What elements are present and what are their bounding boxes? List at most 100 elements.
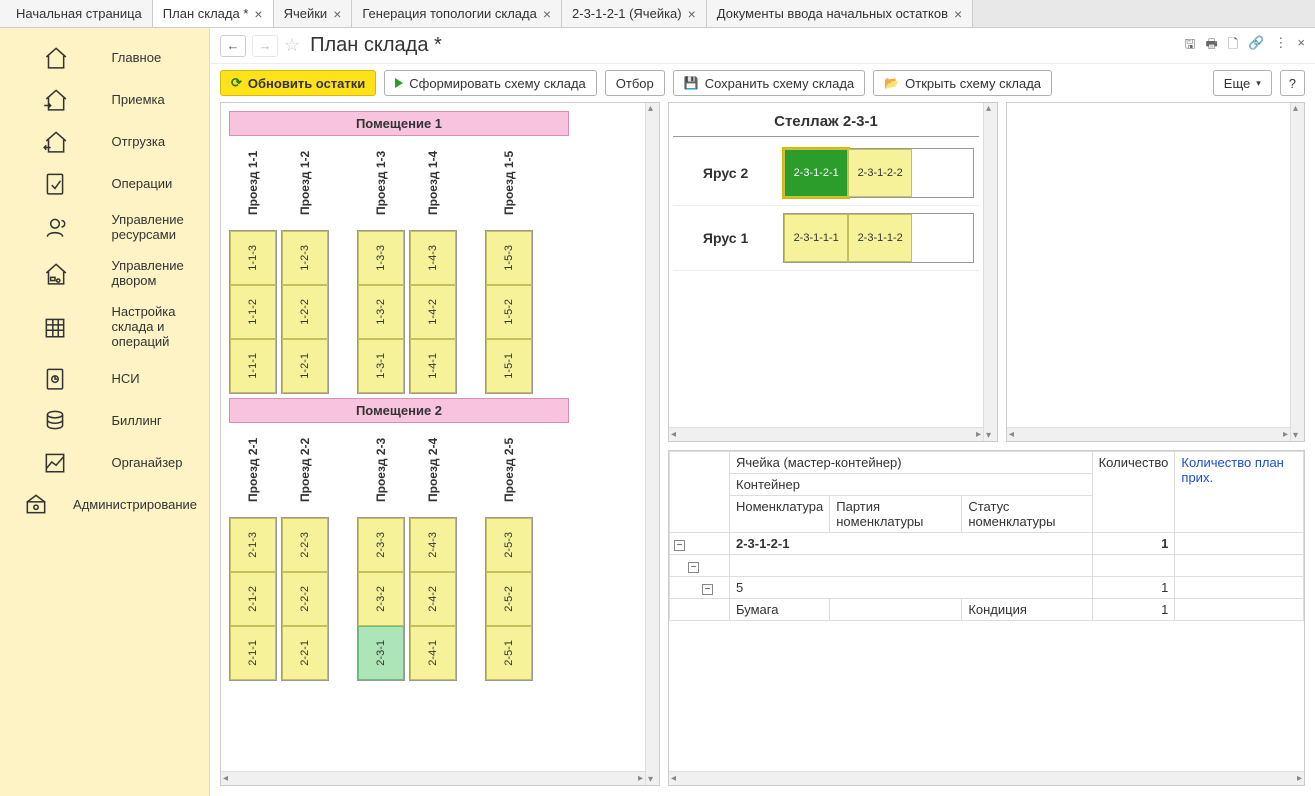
warehouse-cell[interactable]: 1-5-1: [486, 339, 532, 393]
warehouse-cell[interactable]: 2-1-1: [230, 626, 276, 680]
preview-icon[interactable]: 🗋: [1228, 35, 1238, 57]
rack-cell[interactable]: 2-3-1-2-1: [784, 149, 848, 197]
warehouse-cell[interactable]: 2-5-3: [486, 518, 532, 572]
billing-icon: [12, 407, 98, 433]
col-status[interactable]: Статус номенклатуры: [962, 496, 1092, 533]
warehouse-cell[interactable]: 1-3-2: [358, 285, 404, 339]
form-scheme-button[interactable]: Сформировать схему склада: [384, 70, 597, 96]
tab-2[interactable]: Ячейки×: [274, 0, 353, 27]
save-scheme-button[interactable]: 💾 Сохранить схему склада: [673, 70, 865, 96]
tab-5[interactable]: Документы ввода начальных остатков×: [707, 0, 973, 27]
table-row[interactable]: БумагаКондиция1: [670, 599, 1304, 621]
nav-back-button[interactable]: ←: [220, 35, 246, 57]
warehouse-cell[interactable]: 2-2-2: [282, 572, 328, 626]
warehouse-cell[interactable]: 2-3-1: [358, 626, 404, 680]
sidebar-item-nsi[interactable]: НСИ: [0, 357, 209, 399]
warehouse-cell[interactable]: 1-1-3: [230, 231, 276, 285]
help-button[interactable]: ?: [1280, 70, 1305, 96]
table-row[interactable]: −51: [670, 577, 1304, 599]
col-cell[interactable]: Ячейка (мастер-контейнер): [730, 452, 1093, 474]
col-party[interactable]: Партия номенклатуры: [830, 496, 962, 533]
warehouse-cell[interactable]: 1-4-3: [410, 231, 456, 285]
warehouse-cell[interactable]: 1-5-3: [486, 231, 532, 285]
table-row[interactable]: −: [670, 555, 1304, 577]
sidebar-item-settings[interactable]: Настройка склада и операций: [0, 296, 209, 357]
warehouse-cell[interactable]: 2-4-2: [410, 572, 456, 626]
tree-toggle-icon[interactable]: −: [674, 540, 685, 551]
tab-close-icon[interactable]: ×: [254, 6, 262, 22]
rack-scrollbar-horizontal[interactable]: ◂▸: [669, 427, 983, 441]
rack-cell[interactable]: 2-3-1-1-2: [848, 214, 912, 262]
empty-scroll[interactable]: [1007, 103, 1290, 441]
nav-forward-button[interactable]: →: [252, 35, 278, 57]
warehouse-cell[interactable]: 1-3-1: [358, 339, 404, 393]
warehouse-cell[interactable]: 2-1-3: [230, 518, 276, 572]
warehouse-cell[interactable]: 1-2-2: [282, 285, 328, 339]
rooms-scroll[interactable]: Помещение 1Проезд 1-1Проезд 1-2Проезд 1-…: [221, 103, 645, 785]
table-row[interactable]: −2-3-1-2-11: [670, 533, 1304, 555]
sidebar-item-resources[interactable]: Управление ресурсами: [0, 204, 209, 250]
warehouse-cell[interactable]: 2-4-1: [410, 626, 456, 680]
warehouse-cell[interactable]: 1-4-2: [410, 285, 456, 339]
warehouse-cell[interactable]: 2-1-2: [230, 572, 276, 626]
warehouse-cell[interactable]: 1-1-1: [230, 339, 276, 393]
warehouse-cell[interactable]: 2-4-3: [410, 518, 456, 572]
tab-close-icon[interactable]: ×: [333, 6, 341, 22]
detail-scrollbar-horizontal[interactable]: ◂▸: [669, 771, 1304, 785]
warehouse-cell[interactable]: 2-3-3: [358, 518, 404, 572]
warehouse-cell[interactable]: 2-2-3: [282, 518, 328, 572]
tab-4[interactable]: 2-3-1-2-1 (Ячейка)×: [562, 0, 707, 27]
open-scheme-button[interactable]: 📂 Открыть схему склада: [873, 70, 1052, 96]
rack-scroll[interactable]: Стеллаж 2-3-1Ярус 22-3-1-2-12-3-1-2-2Яру…: [669, 103, 983, 441]
rooms-scrollbar-vertical[interactable]: [645, 103, 659, 785]
empty-scrollbar-horizontal[interactable]: ◂▸: [1007, 427, 1290, 441]
sidebar-item-billing[interactable]: Биллинг: [0, 399, 209, 441]
sidebar-item-yard[interactable]: Управление двором: [0, 250, 209, 296]
sidebar-item-organizer[interactable]: Органайзер: [0, 441, 209, 483]
tree-toggle-icon[interactable]: −: [702, 584, 713, 595]
tab-0[interactable]: Начальная страница: [0, 0, 153, 27]
warehouse-cell[interactable]: 1-1-2: [230, 285, 276, 339]
sidebar-item-oper[interactable]: Операции: [0, 162, 209, 204]
tab-3[interactable]: Генерация топологии склада×: [352, 0, 562, 27]
empty-scrollbar-vertical[interactable]: [1290, 103, 1304, 441]
col-qty-plan[interactable]: Количество план прих.: [1175, 452, 1304, 533]
save-icon[interactable]: 🖫: [1184, 35, 1195, 57]
warehouse-cell[interactable]: 1-3-3: [358, 231, 404, 285]
rack-cell[interactable]: 2-3-1-2-2: [848, 149, 912, 197]
tab-1[interactable]: План склада *×: [153, 0, 274, 27]
filter-button[interactable]: Отбор: [605, 70, 665, 96]
form-scheme-label: Сформировать схему склада: [409, 76, 586, 91]
warehouse-cell[interactable]: 2-5-2: [486, 572, 532, 626]
col-qty[interactable]: Количество: [1092, 452, 1175, 533]
tab-close-icon[interactable]: ×: [543, 6, 551, 22]
warehouse-cell[interactable]: 1-5-2: [486, 285, 532, 339]
warehouse-cell[interactable]: 1-2-3: [282, 231, 328, 285]
tab-close-icon[interactable]: ×: [688, 6, 696, 22]
warehouse-cell[interactable]: 2-5-1: [486, 626, 532, 680]
sidebar-item-admin[interactable]: Администрирование: [0, 483, 209, 525]
menu-dots-icon[interactable]: ⋮: [1274, 35, 1287, 57]
favorite-star-icon[interactable]: ☆: [284, 35, 300, 56]
col-container[interactable]: Контейнер: [730, 474, 1093, 496]
cell-label: 1-3-1: [375, 353, 387, 379]
tab-close-icon[interactable]: ×: [954, 6, 962, 22]
warehouse-cell[interactable]: 2-2-1: [282, 626, 328, 680]
close-icon[interactable]: ×: [1297, 35, 1305, 57]
rack-cell[interactable]: 2-3-1-1-1: [784, 214, 848, 262]
warehouse-cell[interactable]: 2-3-2: [358, 572, 404, 626]
rooms-scrollbar-horizontal[interactable]: ◂▸: [221, 771, 645, 785]
print-icon[interactable]: 🖶: [1205, 35, 1217, 57]
tree-toggle-icon[interactable]: −: [688, 562, 699, 573]
sidebar-item-priemka[interactable]: Приемка: [0, 78, 209, 120]
warehouse-cell[interactable]: 1-2-1: [282, 339, 328, 393]
detail-scroll[interactable]: Ячейка (мастер-контейнер)КоличествоКолич…: [669, 451, 1304, 785]
more-button[interactable]: Еще ▾: [1213, 70, 1272, 96]
warehouse-cell[interactable]: 1-4-1: [410, 339, 456, 393]
sidebar-item-otgruzka[interactable]: Отгрузка: [0, 120, 209, 162]
col-nomen[interactable]: Номенклатура: [730, 496, 830, 533]
rack-scrollbar-vertical[interactable]: [983, 103, 997, 441]
refresh-stock-button[interactable]: ⟳ Обновить остатки: [220, 70, 376, 96]
link-icon[interactable]: 🔗: [1248, 35, 1264, 57]
sidebar-item-main[interactable]: Главное: [0, 36, 209, 78]
